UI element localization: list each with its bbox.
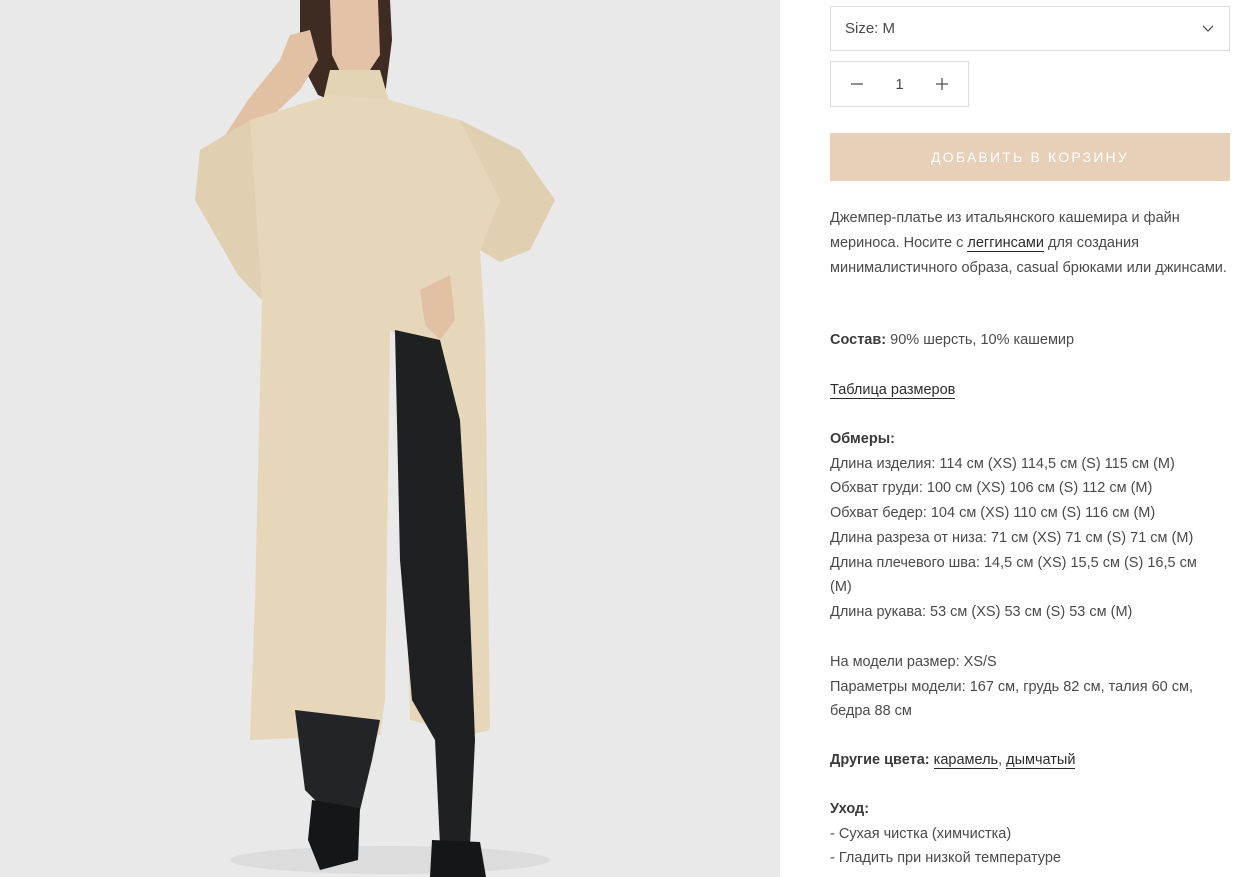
measurement-line: (M) [830, 579, 852, 596]
quantity-value[interactable]: 1 [895, 76, 903, 93]
model-params: Параметры модели: 167 см, грудь 82 см, т… [830, 678, 1194, 695]
measurement-line: Длина разреза от низа: 71 см (XS) 71 см … [830, 529, 1194, 546]
measurements: Обмеры: Длина изделия: 114 см (XS) 114,5… [830, 427, 1230, 625]
measurement-line: Обхват груди: 100 см (XS) 106 см (S) 112… [830, 480, 1153, 497]
color-link-caramel[interactable]: карамель [933, 752, 999, 769]
measurement-line: Обхват бедер: 104 см (XS) 110 см (S) 116… [830, 505, 1156, 522]
add-to-cart-button[interactable]: ДОБАВИТЬ В КОРЗИНУ [830, 133, 1230, 181]
leggings-link[interactable]: леггинсами [967, 235, 1044, 252]
other-colors-label: Другие цвета: [830, 752, 930, 768]
measurements-label: Обмеры: [830, 431, 895, 447]
minus-icon[interactable] [849, 76, 865, 92]
model-illustration [0, 0, 780, 877]
composition: Состав: 90% шерсть, 10% кашемир [830, 328, 1230, 353]
size-select-label: Size: M [845, 20, 896, 37]
chevron-down-icon [1201, 22, 1215, 36]
product-photo [0, 0, 780, 877]
quantity-stepper: 1 [830, 61, 969, 107]
model-size: На модели размер: XS/S [830, 654, 997, 670]
care-item: - Сухая чистка (химчистка) [830, 825, 1012, 842]
colors-separator: , [998, 752, 1007, 768]
plus-icon[interactable] [934, 76, 950, 92]
size-chart: Таблица размеров [830, 378, 1230, 403]
color-link-smoky[interactable]: дымчатый [1006, 752, 1076, 769]
measurement-line: Длина изделия: 114 см (XS) 114,5 см (S) … [830, 455, 1175, 472]
care: Уход: - Сухая чистка (химчистка) - Глади… [830, 797, 1230, 871]
description-text: Джемпер-платье из итальянского кашемира … [830, 206, 1230, 281]
care-item: - Гладить при низкой температуре [830, 850, 1061, 867]
care-label: Уход: [830, 801, 870, 817]
model-info: На модели размер: XS/S Параметры модели:… [830, 650, 1230, 724]
composition-value: 90% шерсть, 10% кашемир [886, 332, 1075, 348]
measurement-line: Длина рукава: 53 см (XS) 53 см (S) 53 см… [830, 603, 1133, 620]
other-colors: Другие цвета: карамель, дымчатый [830, 748, 1230, 773]
model-params-cont: бедра 88 см [830, 703, 912, 720]
measurement-line: Длина плечевого шва: 14,5 см (XS) 15,5 с… [830, 554, 1197, 571]
composition-label: Состав: [830, 332, 887, 348]
size-select[interactable]: Size: M [830, 6, 1230, 51]
product-description: Джемпер-платье из итальянского кашемира … [830, 206, 1230, 281]
size-chart-link[interactable]: Таблица размеров [830, 382, 956, 399]
